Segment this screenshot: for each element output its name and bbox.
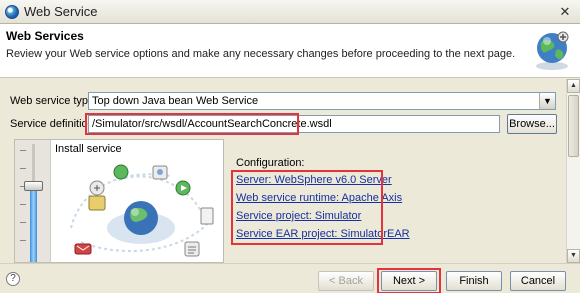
install-slider[interactable] [15,140,51,262]
browse-button[interactable]: Browse... [507,114,557,134]
service-type-select[interactable]: Top down Java bean Web Service ▼ [88,92,556,110]
page-description: Review your Web service options and make… [6,48,516,60]
vertical-scrollbar[interactable]: ▲ ▼ [566,79,580,263]
eclipse-icon [5,5,19,19]
cancel-button[interactable]: Cancel [510,271,566,291]
highlight-box-configuration [231,170,383,245]
scroll-up-icon[interactable]: ▲ [567,79,580,93]
slider-thumb[interactable] [24,181,43,191]
help-icon[interactable]: ? [6,272,20,286]
title-bar: Web Service ✕ [0,0,580,24]
slider-tick [20,150,26,151]
window-title: Web Service [24,4,98,19]
install-panel: Install service [14,139,224,263]
finish-button[interactable]: Finish [446,271,502,291]
scroll-thumb[interactable] [568,95,579,157]
wizard-footer: ? < Back Next > Finish Cancel [0,263,580,293]
close-button[interactable]: ✕ [556,3,574,20]
slider-fill [30,186,37,262]
slider-tick [20,168,26,169]
service-definition-label: Service definition: [10,118,97,130]
page-title: Web Services [6,29,84,43]
service-type-value: Top down Java bean Web Service [92,95,259,107]
configuration-title: Configuration: [236,157,305,169]
service-type-label: Web service type: [10,95,98,107]
globe-wizard-icon [536,31,569,70]
wizard-content: Web service type: Top down Java bean Web… [0,79,566,263]
scroll-down-icon[interactable]: ▼ [567,249,580,263]
wizard-header: Web Services Review your Web service opt… [0,24,580,78]
slider-tick [20,204,26,205]
back-button[interactable]: < Back [318,271,374,291]
slider-tick [20,222,26,223]
install-label: Install service [55,143,122,155]
install-diagram-icon [70,164,214,257]
chevron-down-icon[interactable]: ▼ [539,93,555,109]
highlight-box-next [377,268,441,293]
highlight-box-definition [85,113,299,135]
slider-tick [20,240,26,241]
